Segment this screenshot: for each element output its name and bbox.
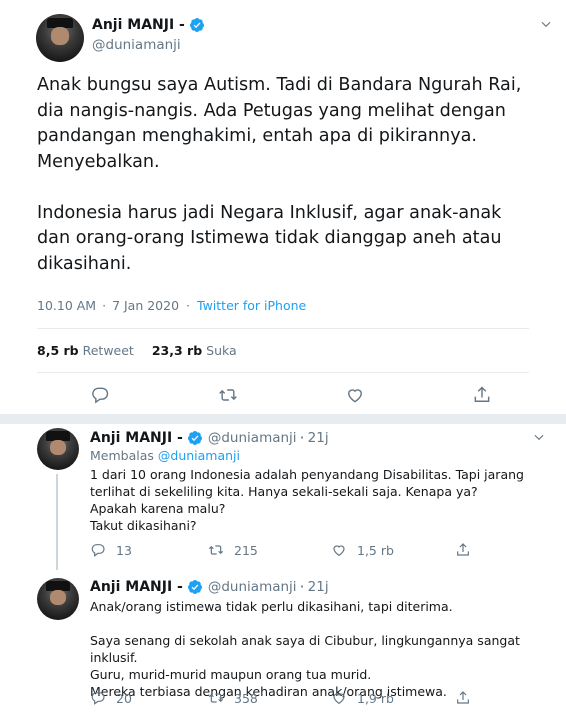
likes-stat[interactable]: 23,3 rb Suka [152, 343, 237, 358]
retweet-count: 215 [234, 542, 258, 558]
chevron-down-icon[interactable] [539, 17, 553, 31]
like-icon[interactable] [345, 385, 365, 405]
author-name-row[interactable]: Anji MANJI - [92, 17, 205, 33]
share-button[interactable] [455, 542, 481, 558]
divider [37, 372, 529, 373]
tweet-text: 1 dari 10 orang Indonesia adalah penyand… [90, 466, 540, 534]
like-icon [333, 693, 345, 705]
tweet-source-link[interactable]: Twitter for iPhone [197, 298, 306, 313]
share-button[interactable] [455, 690, 481, 706]
reply-count: 13 [116, 542, 132, 558]
like-count: 1,5 rb [357, 542, 394, 558]
retweet-icon [208, 545, 224, 555]
retweet-count: 358 [234, 690, 258, 706]
retweet-icon[interactable] [218, 385, 238, 405]
reply-count: 20 [116, 690, 132, 706]
share-icon[interactable] [472, 385, 492, 405]
tweet-time[interactable]: 21j [308, 430, 329, 446]
reply-header: Anji MANJI - @duniamanji · 21j [90, 577, 329, 596]
main-tweet: Anji MANJI - @duniamanji Anak bungsu say… [0, 0, 566, 418]
reply-tweet[interactable]: Anji MANJI - @duniamanji · 21j Anak/oran… [0, 573, 566, 713]
like-button[interactable]: 1,9 rb [331, 690, 394, 706]
tweet-paragraph: Indonesia harus jadi Negara Inklusif, ag… [37, 202, 502, 274]
like-button[interactable]: 1,5 rb [331, 542, 394, 558]
section-separator [0, 414, 566, 424]
verified-badge-icon [187, 430, 202, 445]
like-count: 1,9 rb [357, 690, 394, 706]
tweet-stats: 8,5 rb Retweet 23,3 rb Suka [37, 343, 237, 358]
replying-to: Membalas @duniamanji [90, 448, 240, 463]
author-handle[interactable]: @duniamanji [208, 430, 297, 446]
replying-label: Membalas [90, 448, 154, 463]
retweets-count: 8,5 rb [37, 343, 79, 358]
tweet-line: Apakah karena malu? [90, 501, 226, 516]
reply-button[interactable]: 20 [90, 690, 132, 706]
tweet-time[interactable]: 10.10 AM [37, 298, 96, 313]
display-name[interactable]: Anji MANJI - [90, 579, 183, 595]
reply-icon [91, 692, 105, 705]
author-handle[interactable]: @duniamanji [92, 37, 181, 53]
avatar[interactable] [37, 578, 79, 620]
tweet-time[interactable]: 21j [308, 579, 329, 595]
tweet-paragraph: Anak bungsu saya Autism. Tadi di Bandara… [37, 75, 522, 172]
share-icon [457, 543, 469, 556]
share-icon [457, 691, 469, 704]
meta-separator: · [299, 577, 305, 596]
divider [37, 328, 529, 329]
author-handle[interactable]: @duniamanji [208, 579, 297, 595]
like-icon [333, 545, 345, 557]
tweet-text: Anak bungsu saya Autism. Tadi di Bandara… [37, 73, 537, 277]
tweet-date[interactable]: 7 Jan 2020 [112, 298, 179, 313]
retweet-button[interactable]: 215 [208, 542, 258, 558]
meta-separator: · [299, 428, 305, 447]
tweet-line: 1 dari 10 orang Indonesia adalah penyand… [90, 467, 524, 499]
tweet-line: Guru, murid-murid maupun orang tua murid… [90, 667, 372, 682]
tweet-line: Saya senang di sekolah anak saya di Cibu… [90, 633, 520, 665]
tweet-text: Anak/orang istimewa tidak perlu dikasiha… [90, 598, 540, 700]
likes-count: 23,3 rb [151, 343, 203, 358]
meta-separator: · [102, 298, 107, 313]
tweet-line: Anak/orang istimewa tidak perlu dikasiha… [90, 599, 453, 614]
reply-icon[interactable] [90, 385, 110, 405]
reply-header: Anji MANJI - @duniamanji · 21j [90, 428, 329, 447]
tweet-line: Takut dikasihani? [90, 518, 197, 533]
meta-separator: · [186, 298, 191, 313]
reply-icon [91, 544, 105, 557]
retweet-button[interactable]: 358 [208, 690, 258, 706]
display-name[interactable]: Anji MANJI - [90, 430, 183, 446]
chevron-down-icon[interactable] [532, 430, 546, 444]
retweets-stat[interactable]: 8,5 rb Retweet [37, 343, 134, 358]
avatar[interactable] [37, 428, 79, 470]
verified-badge-icon [187, 579, 202, 594]
avatar[interactable] [36, 14, 84, 62]
retweet-icon [208, 693, 224, 703]
tweet-actions [0, 380, 566, 410]
display-name[interactable]: Anji MANJI - [92, 17, 185, 33]
likes-label: Suka [206, 343, 237, 358]
mention-link[interactable]: @duniamanji [158, 448, 240, 463]
tweet-meta: 10.10 AM · 7 Jan 2020 · Twitter for iPho… [37, 298, 306, 313]
thread-line [56, 474, 58, 570]
reply-tweet[interactable]: Anji MANJI - @duniamanji · 21j Membalas … [0, 424, 566, 570]
retweets-label: Retweet [82, 343, 134, 358]
verified-badge-icon [189, 18, 204, 32]
reply-button[interactable]: 13 [90, 542, 132, 558]
